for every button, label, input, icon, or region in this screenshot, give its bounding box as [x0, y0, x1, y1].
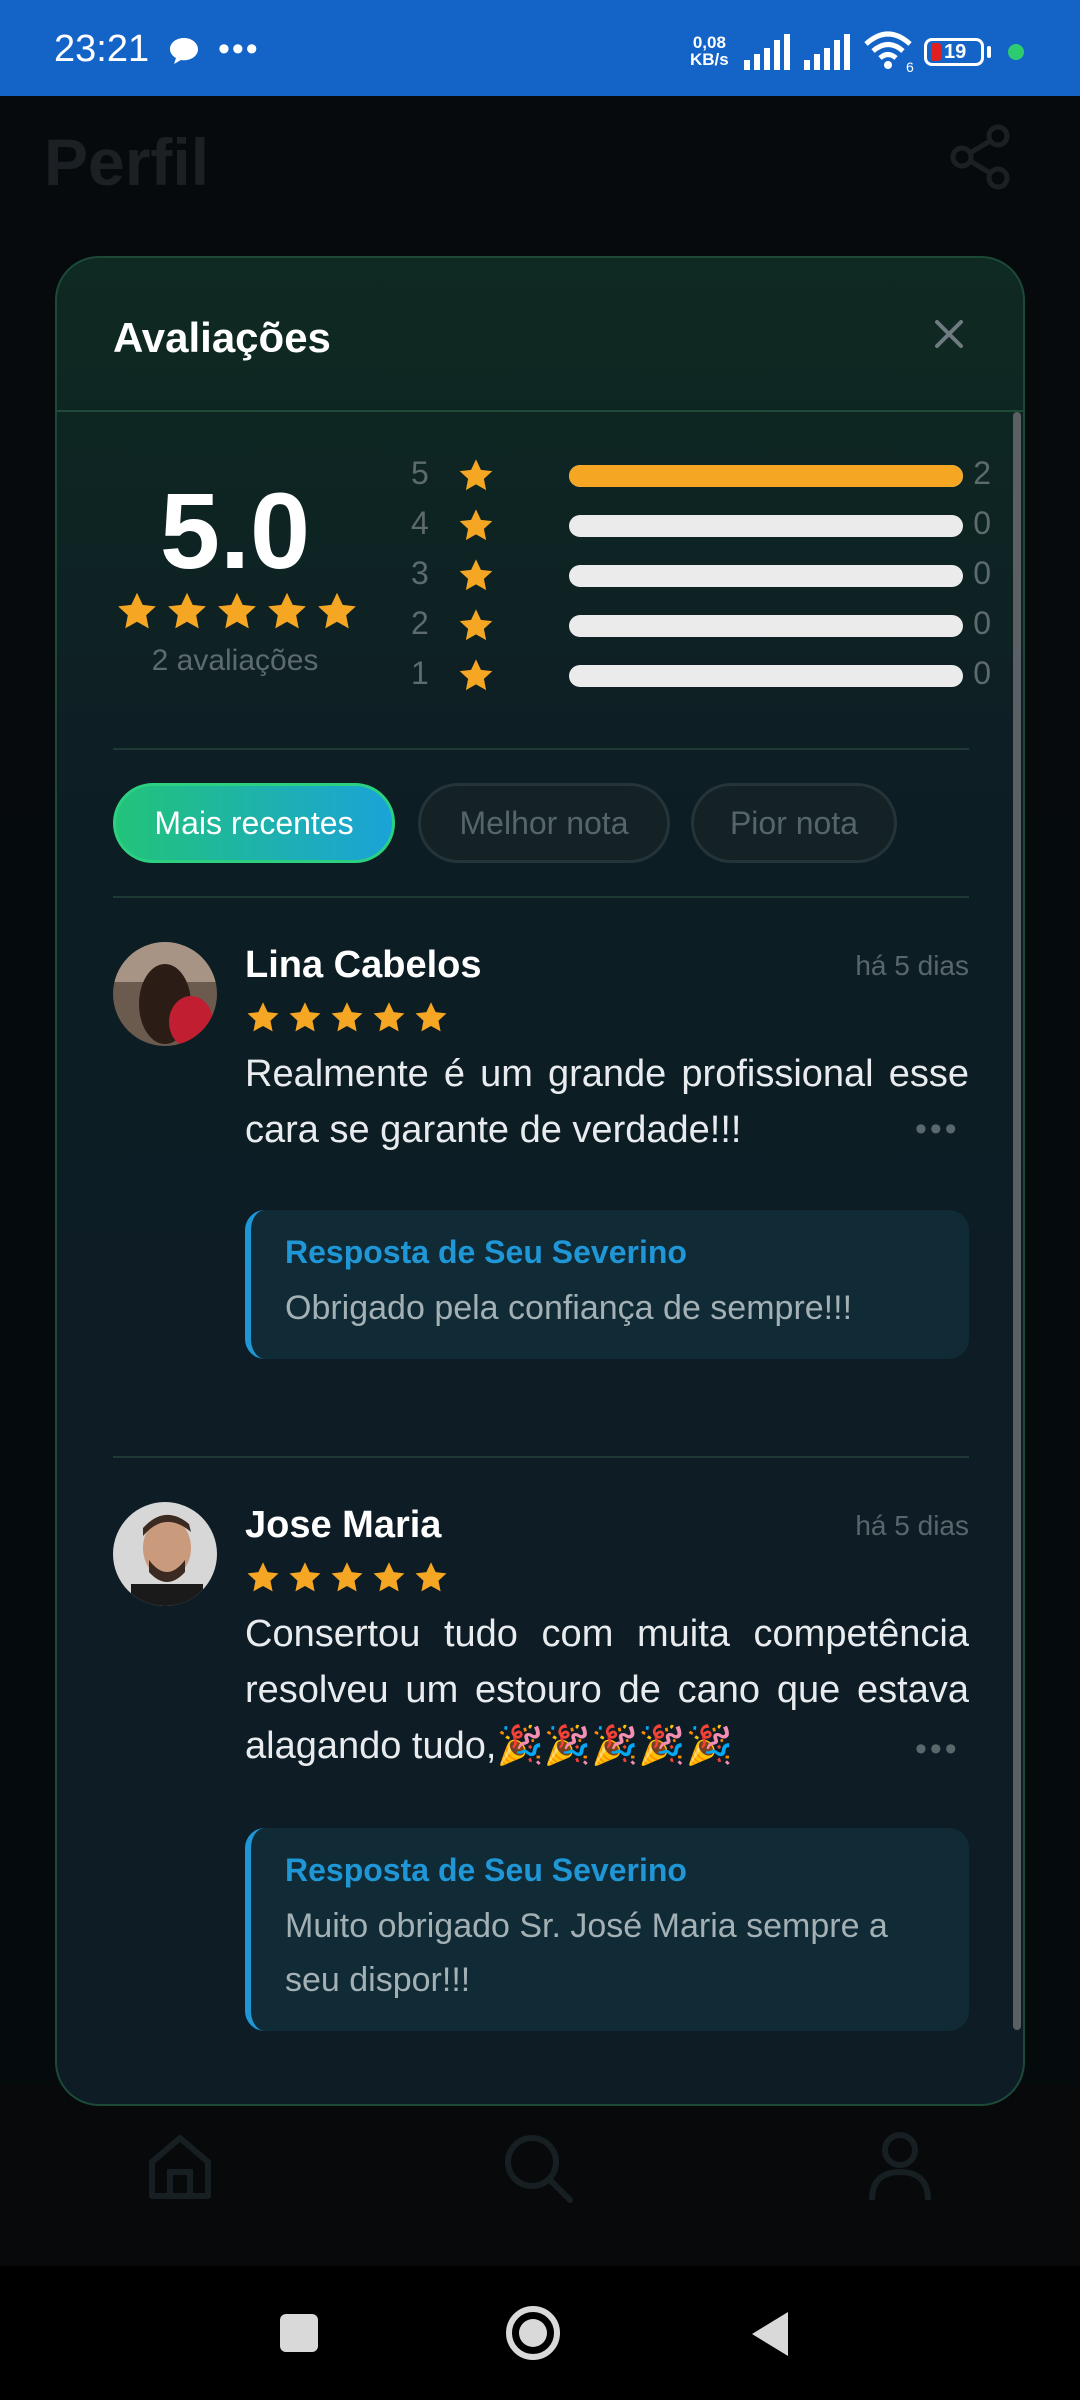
reply-text: Obrigado pela confiança de sempre!!! [285, 1289, 853, 1327]
reply-title: Resposta de Seu Severino [285, 1234, 687, 1270]
star-icon [247, 1562, 279, 1592]
distribution-bar [569, 515, 963, 537]
distribution-row: 40 [411, 505, 991, 547]
reviewer-name: Lina Cabelos [245, 944, 482, 986]
star-icon [289, 1562, 321, 1592]
star-icon [373, 1562, 405, 1592]
average-rating: 5.0 [159, 470, 311, 591]
review-text: Consertou tudo com muita competência res… [245, 1613, 969, 1767]
owner-reply: Resposta de Seu Severino Obrigado pela c… [245, 1210, 969, 1359]
chat-notification-icon [168, 36, 200, 71]
star-icon [118, 592, 156, 629]
review-stars [245, 1000, 455, 1041]
avatar [113, 1502, 217, 1606]
signal-icon [802, 32, 852, 77]
distribution-count: 0 [973, 605, 991, 641]
owner-reply: Resposta de Seu Severino Muito obrigado … [245, 1828, 969, 2031]
battery-icon: 19 [924, 38, 984, 66]
distribution-stars-label: 2 [411, 605, 429, 641]
star-icon [218, 592, 256, 629]
star-icon [318, 592, 356, 629]
star-icon [415, 1562, 447, 1592]
divider [113, 1456, 969, 1458]
star-icon [373, 1002, 405, 1032]
star-icon [168, 592, 206, 629]
review-date: há 5 dias [855, 950, 969, 981]
close-icon[interactable] [927, 312, 971, 356]
distribution-stars-label: 5 [411, 455, 429, 491]
scrollbar[interactable] [1013, 412, 1021, 2030]
distribution-stars-label: 1 [411, 655, 429, 691]
distribution-bar [569, 565, 963, 587]
review-date: há 5 dias [855, 1510, 969, 1541]
more-options-icon[interactable]: ••• [915, 1110, 960, 1149]
star-icon [247, 1002, 279, 1032]
star-icon [289, 1002, 321, 1032]
divider [113, 896, 969, 898]
more-options-icon[interactable]: ••• [915, 1730, 960, 1769]
wifi-icon: 6 [862, 30, 918, 79]
distribution-row: 20 [411, 605, 991, 647]
distribution-stars-label: 3 [411, 555, 429, 591]
distribution-row: 10 [411, 655, 991, 697]
review-stars [245, 1560, 455, 1601]
review-text: Realmente é um grande profissional esse … [245, 1053, 969, 1151]
reply-title: Resposta de Seu Severino [285, 1852, 687, 1888]
distribution-stars-label: 4 [411, 505, 429, 541]
average-rating-stars [115, 590, 365, 639]
star-icon [415, 1002, 447, 1032]
star-icon [459, 559, 493, 591]
modal-header: Avaliações [57, 258, 1023, 412]
back-button[interactable] [748, 2310, 790, 2363]
rating-count: 2 avaliações [151, 644, 319, 677]
distribution-bar [569, 615, 963, 637]
star-icon [268, 592, 306, 629]
more-notifications-icon: ••• [218, 30, 260, 68]
filter-most-recent[interactable]: Mais recentes [113, 783, 395, 863]
status-time: 23:21 [54, 28, 150, 70]
recents-button[interactable] [280, 2314, 318, 2352]
status-bar: 23:21 ••• 0,08 KB/s 6 19 [0, 0, 1080, 96]
divider [113, 748, 969, 750]
reply-text: Muito obrigado Sr. José Maria sempre a s… [285, 1907, 888, 1999]
filter-worst-rating[interactable]: Pior nota [691, 783, 897, 863]
avatar [113, 942, 217, 1046]
distribution-count: 0 [973, 655, 991, 691]
distribution-bar [569, 665, 963, 687]
network-speed: 0,08 KB/s [690, 33, 729, 69]
distribution-count: 0 [973, 555, 991, 591]
distribution-count: 0 [973, 505, 991, 541]
distribution-count: 2 [973, 455, 991, 491]
home-button[interactable] [505, 2305, 561, 2361]
star-icon [331, 1002, 363, 1032]
filter-best-rating[interactable]: Melhor nota [418, 783, 670, 863]
reviewer-name: Jose Maria [245, 1504, 442, 1546]
star-icon [459, 609, 493, 641]
signal-icon [742, 32, 792, 77]
svg-text:6: 6 [906, 59, 914, 74]
privacy-indicator [1008, 44, 1024, 60]
star-icon [459, 459, 493, 491]
reviews-modal: Avaliações 5.0 2 avaliações 5240302010 M… [55, 256, 1025, 2106]
modal-title: Avaliações [113, 314, 331, 361]
distribution-row: 52 [411, 455, 991, 497]
distribution-bar [569, 465, 963, 487]
distribution-row: 30 [411, 555, 991, 597]
star-icon [459, 659, 493, 691]
star-icon [331, 1562, 363, 1592]
star-icon [459, 509, 493, 541]
